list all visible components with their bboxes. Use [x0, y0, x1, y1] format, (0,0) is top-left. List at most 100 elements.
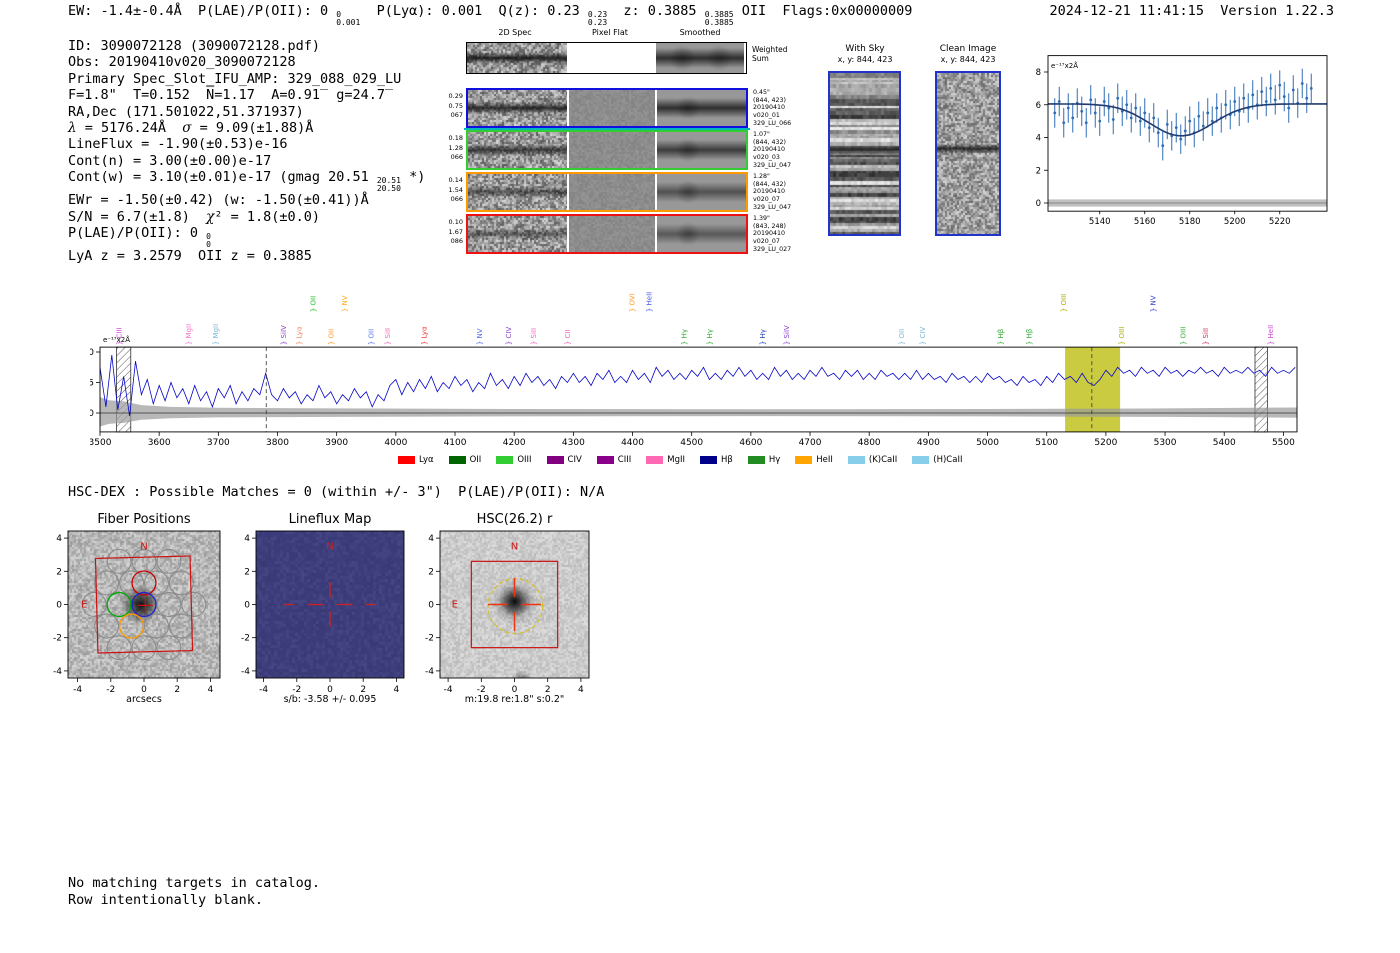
- text-segment: LineFlux = -1.90(±0.53)e-16: [68, 136, 288, 153]
- emission-line-label: } Hβ: [1025, 329, 1033, 345]
- x-tick-label: 5500: [1272, 438, 1295, 448]
- legend-item: Hγ: [747, 455, 780, 465]
- data-point: [1291, 88, 1295, 92]
- x-tick-label: 5100: [1035, 438, 1058, 448]
- cutout-2dspec-image: [468, 216, 567, 252]
- x-tick-label: 4100: [444, 438, 467, 448]
- data-point: [1062, 121, 1066, 125]
- text-segment: λ: [68, 120, 77, 137]
- compass-north-label: N: [140, 541, 147, 552]
- full-spectrum-chart: 3500 3600 3700 3800 3900 4000 4100 4200 4300 4400…: [90, 292, 1298, 448]
- line-fit-chart: 5140 5160 5180 5200 5220 0 2 4 6 8 e⁻¹⁷x2Å: [1036, 55, 1328, 227]
- info-line: ID: 3090072128 (3090072128.pdf): [68, 38, 425, 54]
- cutout-pixelflat-image: [569, 132, 655, 168]
- data-point: [1098, 119, 1102, 123]
- fiber-circle: [106, 635, 132, 661]
- cutout-2dspec-image: [468, 132, 567, 168]
- emission-line-label: } Hγ: [681, 329, 689, 345]
- x-tick-label: 4700: [799, 438, 822, 448]
- cutout-row-left-labels: 0.18 1.28 066: [448, 134, 463, 161]
- y-tick-label: 0: [56, 601, 62, 611]
- x-tick-label: 5180: [1179, 217, 1201, 227]
- y-tick-label: 8: [1036, 68, 1041, 78]
- emission-line-label: } OIII: [1179, 327, 1187, 345]
- flux-units-annotation: e⁻¹⁷x2Å: [103, 335, 130, 344]
- legend-label: HeII: [816, 455, 833, 465]
- data-point: [1242, 96, 1246, 100]
- fiber-circle: [131, 548, 157, 574]
- data-point: [1129, 116, 1133, 120]
- x-tick-label: 3900: [325, 438, 348, 448]
- weighted-2dspec-image: [467, 43, 567, 73]
- x-tick-label: 4600: [739, 438, 762, 448]
- panel-lineflux-overlay: -4-4-2-2002244N: [241, 530, 405, 695]
- fiber-circle: [94, 570, 120, 596]
- text-segment: ² = 1.8(±0.0): [214, 208, 321, 225]
- selected-fiber-circle: [118, 613, 145, 639]
- legend-item: MgII: [646, 455, 685, 465]
- header-timestamp: 2024-12-21 11:41:15 Version 1.22.3: [1049, 3, 1334, 19]
- panel-fiber-overlay: -4-4-2-2002244NE: [53, 530, 221, 695]
- data-point: [1147, 126, 1151, 130]
- data-point: [1309, 86, 1313, 90]
- data-point: [1224, 103, 1228, 107]
- text-segment: RA,Dec (171.501022,51.371937): [68, 103, 304, 120]
- fiber-circle: [156, 548, 182, 574]
- x-tick-label: 4900: [917, 438, 940, 448]
- fiber-positions-panel: -4 -4 -2 -2 0 0 2 2 4 4 N E: [35, 523, 250, 715]
- x-tick-label: 4000: [384, 438, 407, 448]
- clean-image-panel: Clean Image x, y: 844, 423: [926, 44, 1016, 244]
- emission-line-label: } MgII: [185, 324, 193, 345]
- emission-line-label: } OIII: [1060, 294, 1068, 312]
- data-point: [1057, 100, 1061, 103]
- text-segment: OII Flags:0x00000009: [733, 3, 913, 19]
- hsc-image-panel: -4 -4 -2 -2 0 0 2 2 4 4 N E: [407, 523, 619, 715]
- x-tick-label: 5000: [976, 438, 999, 448]
- fiber-circle: [94, 613, 120, 639]
- elixer-report-page: EW: -1.4±-0.4Å P(LAE)/P(OII): 0 0 0.001 P…: [0, 0, 1400, 953]
- clean-image: [935, 71, 1001, 236]
- fiber-circle: [143, 613, 169, 639]
- legend-swatch: [596, 456, 614, 464]
- legend-swatch: [847, 456, 865, 464]
- x-tick-label: 3800: [266, 438, 289, 448]
- x-tick-label: 3500: [90, 438, 112, 448]
- fiber-circle: [156, 592, 182, 617]
- hsc-xlabel: m:19.8 re:1.8" s:0.2": [464, 694, 565, 705]
- data-point: [1282, 95, 1286, 98]
- header-summary-line: EW: -1.4±-0.4Å P(LAE)/P(OII): 0 0 0.001 P…: [68, 3, 912, 26]
- stacked-value: 20.51 20.50: [376, 176, 401, 193]
- emission-line-label: } HeII: [1267, 325, 1275, 345]
- data-point: [1143, 111, 1147, 115]
- data-point: [1102, 100, 1106, 103]
- cutout-column-title: 2D Spec: [498, 28, 532, 37]
- y-tick-label: 2: [56, 567, 62, 577]
- emission-line-label: } SiIV: [783, 325, 791, 345]
- stacked-value: 0 0.001: [336, 10, 361, 27]
- data-point: [1116, 96, 1120, 100]
- legend-label: OII: [469, 455, 482, 465]
- legend-label: (H)CaII: [933, 455, 963, 465]
- y-tick-label: 2: [428, 567, 434, 577]
- emission-line-label: } NV: [476, 328, 484, 345]
- data-point: [1188, 119, 1192, 123]
- text-segment: Primary Spec_Slot_IFU_AMP: 329_088_029_L…: [68, 70, 402, 87]
- emission-line-label: } SiII: [384, 328, 392, 345]
- legend-label: MgII: [667, 455, 686, 465]
- cutout-row: [466, 88, 748, 128]
- cutout-row: [466, 130, 748, 170]
- x-tick-label: 3700: [207, 438, 230, 448]
- x-tick-label: 4300: [562, 438, 585, 448]
- emission-line-label: } NV: [1150, 295, 1158, 312]
- x-tick-label: 5160: [1134, 217, 1156, 227]
- x-tick-label: 5200: [1224, 217, 1246, 227]
- text-segment: *): [400, 169, 426, 186]
- data-point: [1300, 82, 1304, 85]
- data-point: [1080, 109, 1084, 113]
- info-line: Obs: 20190410v020_3090072128: [68, 54, 425, 70]
- data-point: [1278, 83, 1282, 87]
- cutout-row-left-labels: 0.10 1.67 086: [448, 218, 463, 245]
- fiber-circle: [131, 635, 157, 661]
- plot-frame: [1047, 55, 1328, 212]
- data-point: [1093, 111, 1097, 115]
